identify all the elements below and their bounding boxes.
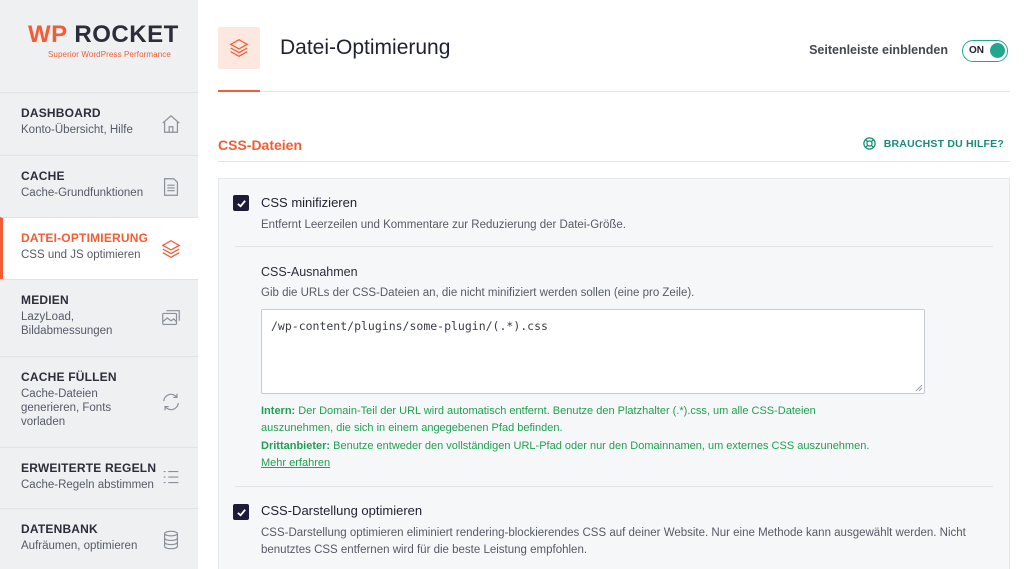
help-label: BRAUCHST DU HILFE? — [883, 137, 1004, 150]
note-intern-line1: Der Domain-Teil der URL wird automatisch… — [295, 405, 816, 417]
sidebar-item-datenbank[interactable]: DATENBANK Aufräumen, optimieren — [0, 508, 198, 569]
optimize-css-delivery-desc-1: CSS-Darstellung optimieren eliminiert re… — [261, 527, 966, 539]
sidebar-item-desc: LazyLoad, Bildabmessungen — [21, 311, 113, 337]
css-exclusions-desc: Gib die URLs der CSS-Dateien an, die nic… — [261, 287, 695, 299]
document-icon — [163, 177, 179, 196]
css-options-panel: CSS minifizieren Entfernt Leerzeilen und… — [218, 178, 1010, 569]
sidebar-item-title: ERWEITERTE REGELN — [21, 461, 157, 475]
exclusions-note-intern: Intern: Der Domain-Teil der URL wird aut… — [261, 403, 981, 421]
home-icon — [162, 114, 180, 133]
section-title: CSS-Dateien — [218, 137, 303, 153]
sidebar-item-desc: Cache-Dateien generieren, Fonts vorladen — [21, 388, 112, 428]
refresh-icon — [163, 393, 179, 411]
wp-rocket-logo[interactable]: WP ROCKET Superior WordPress Performance — [0, 0, 198, 92]
checkmark-icon — [236, 508, 246, 517]
toggle-knob — [990, 43, 1005, 58]
divider — [235, 246, 993, 247]
optimize-css-delivery-label: CSS-Darstellung optimieren — [261, 503, 423, 518]
sidebar-item-title: DATENBANK — [21, 522, 98, 536]
sidebar-item-medien[interactable]: MEDIEN LazyLoad, Bildabmessungen — [0, 279, 198, 356]
sidebar-item-title: CACHE FÜLLEN — [21, 370, 117, 384]
sidebar-item-datei-optimierung[interactable]: DATEI-OPTIMIERUNG CSS und JS optimieren — [0, 217, 198, 279]
sidebar-toggle[interactable]: ON — [962, 40, 1008, 62]
logo-wp: WP — [28, 21, 68, 48]
sidebar-item-cache[interactable]: CACHE Cache-Grundfunktionen — [0, 155, 198, 217]
images-icon — [162, 310, 180, 326]
sidebar-item-title: DASHBOARD — [21, 106, 101, 120]
css-exclusions-title: CSS-Ausnahmen — [261, 265, 358, 279]
exclusions-note-third: Drittanbieter: Benutze entweder den voll… — [261, 438, 981, 456]
help-button[interactable]: BRAUCHST DU HILFE? — [862, 136, 1004, 151]
minify-css-desc: Entfernt Leerzeilen und Kommentare zur R… — [261, 219, 626, 231]
toggle-state-label: ON — [969, 45, 984, 56]
note-intern-label: Intern: — [261, 405, 296, 417]
sidebar-item-desc: Cache-Regeln abstimmen — [21, 479, 154, 491]
checkmark-icon — [236, 199, 246, 208]
sidebar-item-cache-fuellen[interactable]: CACHE FÜLLEN Cache-Dateien generieren, F… — [0, 356, 198, 447]
exclusions-note-intern-cont: auszunehmen, die sich in einem angegeben… — [261, 422, 563, 434]
sidebar-toggle-label: Seitenleiste einblenden — [809, 43, 948, 57]
sidebar: WP ROCKET Superior WordPress Performance… — [0, 0, 198, 569]
sidebar-item-title: CACHE — [21, 169, 65, 183]
note-third-text: Benutze entweder den vollständigen URL-P… — [330, 440, 870, 452]
optimize-css-delivery-checkbox[interactable] — [233, 504, 249, 520]
page-title: Datei-Optimierung — [280, 36, 451, 59]
sidebar-item-erweiterte-regeln[interactable]: ERWEITERTE REGELN Cache-Regeln abstimmen — [0, 447, 198, 508]
page-header: Datei-Optimierung Seitenleiste einblende… — [218, 0, 1010, 92]
layers-icon — [161, 239, 181, 258]
lifebuoy-icon — [862, 137, 876, 150]
sidebar-item-desc: Aufräumen, optimieren — [21, 540, 138, 552]
logo-title: WP ROCKET — [28, 22, 198, 48]
sidebar-item-dashboard[interactable]: DASHBOARD Konto-Übersicht, Hilfe — [0, 92, 198, 155]
minify-css-checkbox[interactable] — [233, 195, 249, 211]
sidebar-item-desc: Cache-Grundfunktionen — [21, 187, 144, 199]
sidebar-item-title: DATEI-OPTIMIERUNG — [21, 231, 149, 245]
css-exclusions-textarea[interactable]: /wp-content/plugins/some-plugin/(.*).css — [261, 309, 925, 394]
section-header: CSS-Dateien BRAUCHST DU HILFE? — [218, 92, 1010, 162]
note-third-label: Drittanbieter: — [261, 440, 331, 452]
sidebar-item-desc: Konto-Übersicht, Hilfe — [21, 124, 133, 136]
logo-tagline: Superior WordPress Performance — [48, 50, 171, 59]
more-info-link[interactable]: Mehr erfahren — [261, 457, 330, 469]
resize-grip-icon[interactable] — [915, 384, 923, 392]
layers-icon — [229, 39, 249, 57]
optimize-css-delivery-desc-2: benutztes CSS entfernen wird für die bes… — [261, 544, 588, 556]
page-icon-box — [218, 27, 260, 69]
minify-css-label: CSS minifizieren — [261, 195, 358, 210]
main-content: Datei-Optimierung Seitenleiste einblende… — [218, 0, 1010, 569]
sidebar-item-desc: CSS und JS optimieren — [21, 249, 141, 261]
logo-rocket: ROCKET — [74, 21, 179, 48]
sidebar-item-title: MEDIEN — [21, 293, 69, 307]
divider — [235, 486, 993, 487]
database-icon — [163, 530, 179, 549]
list-icon — [163, 470, 179, 484]
